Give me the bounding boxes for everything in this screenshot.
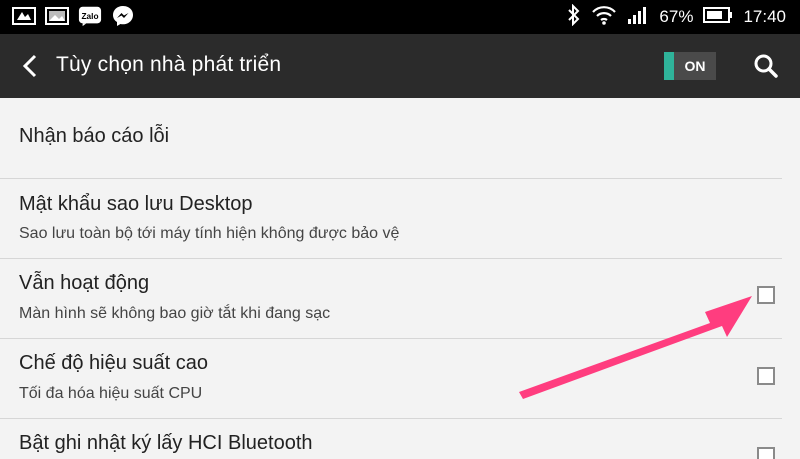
battery-icon	[703, 6, 733, 28]
bluetooth-hci-checkbox[interactable]	[757, 447, 775, 459]
gallery-icon	[12, 5, 36, 27]
zalo-icon: Zalo	[78, 5, 102, 27]
list-item-high-performance[interactable]: Chế độ hiệu suất cao Tối đa hóa hiệu suấ…	[0, 339, 800, 418]
page-title: Tùy chọn nhà phát triển	[56, 53, 282, 76]
wifi-icon	[591, 4, 617, 31]
list-item-stay-awake[interactable]: Vẫn hoạt động Màn hình sẽ không bao giờ …	[0, 259, 800, 338]
list-item-desktop-backup-password[interactable]: Mật khẩu sao lưu Desktop Sao lưu toàn bộ…	[0, 179, 800, 258]
app-bar: Tùy chọn nhà phát triển ON	[0, 34, 800, 98]
developer-options-toggle[interactable]: ON	[664, 52, 716, 80]
toggle-label: ON	[684, 58, 706, 74]
list-item-title: Chế độ hiệu suất cao	[19, 352, 209, 374]
search-button[interactable]	[750, 50, 782, 82]
list-item-title: Bật ghi nhật ký lấy HCI Bluetooth	[19, 432, 313, 454]
messenger-icon	[111, 5, 135, 27]
back-button[interactable]	[14, 50, 46, 82]
battery-percent: 67%	[659, 7, 694, 26]
list-item-bug-report[interactable]: Nhận báo cáo lỗi	[0, 98, 800, 178]
notification-icons: Zalo	[12, 5, 135, 27]
toggle-accent	[664, 52, 674, 80]
list-item-bluetooth-hci-log[interactable]: Bật ghi nhật ký lấy HCI Bluetooth	[0, 419, 800, 459]
status-bar: Zalo 67% 17:40	[0, 0, 800, 34]
system-status: 67% 17:40	[567, 0, 786, 34]
list-item-title: Vẫn hoạt động	[19, 272, 150, 294]
list-item-subtitle: Màn hình sẽ không bao giờ tắt khi đang s…	[19, 305, 331, 322]
chevron-left-icon	[22, 54, 37, 78]
list-item-subtitle: Sao lưu toàn bộ tới máy tính hiện không …	[19, 225, 400, 242]
zalo-text: Zalo	[81, 11, 98, 21]
search-icon	[754, 54, 778, 78]
list-item-subtitle: Tối đa hóa hiệu suất CPU	[19, 385, 203, 402]
clock: 17:40	[743, 7, 786, 26]
list-item-title: Mật khẩu sao lưu Desktop	[19, 193, 253, 215]
image-icon	[45, 5, 69, 27]
signal-icon	[627, 5, 649, 30]
list-item-title: Nhận báo cáo lỗi	[19, 125, 170, 147]
high-performance-checkbox[interactable]	[757, 367, 775, 385]
stay-awake-checkbox[interactable]	[757, 286, 775, 304]
bluetooth-icon	[567, 3, 581, 31]
